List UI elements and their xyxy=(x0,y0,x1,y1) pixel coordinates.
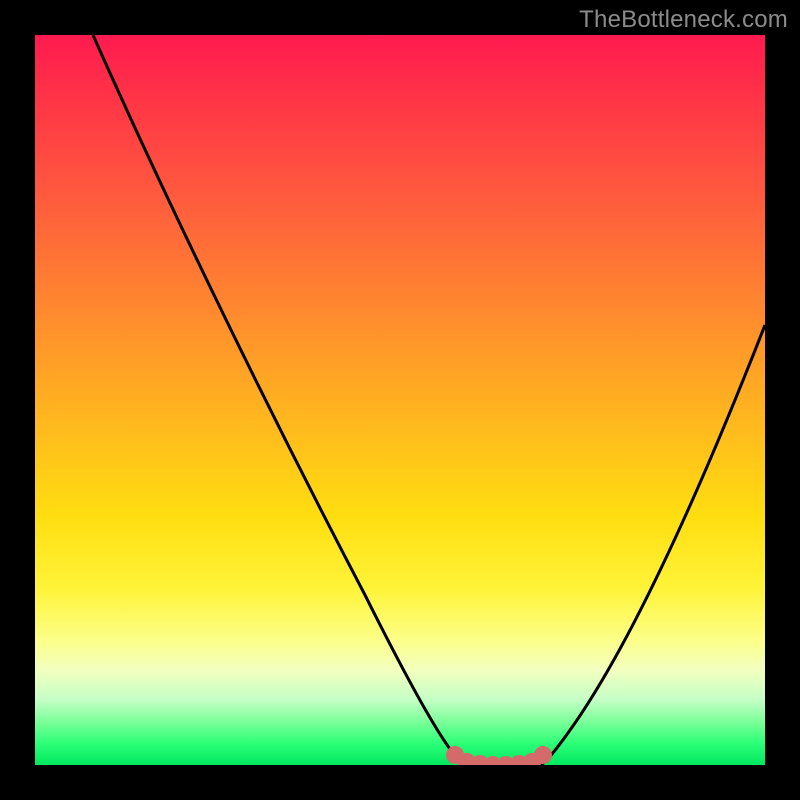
left-curve xyxy=(93,35,467,765)
chart-frame: TheBottleneck.com xyxy=(0,0,800,800)
right-curve xyxy=(541,325,765,765)
chart-plot-area xyxy=(35,35,765,765)
valley-dots xyxy=(446,746,552,765)
chart-svg xyxy=(35,35,765,765)
watermark-text: TheBottleneck.com xyxy=(579,6,788,34)
